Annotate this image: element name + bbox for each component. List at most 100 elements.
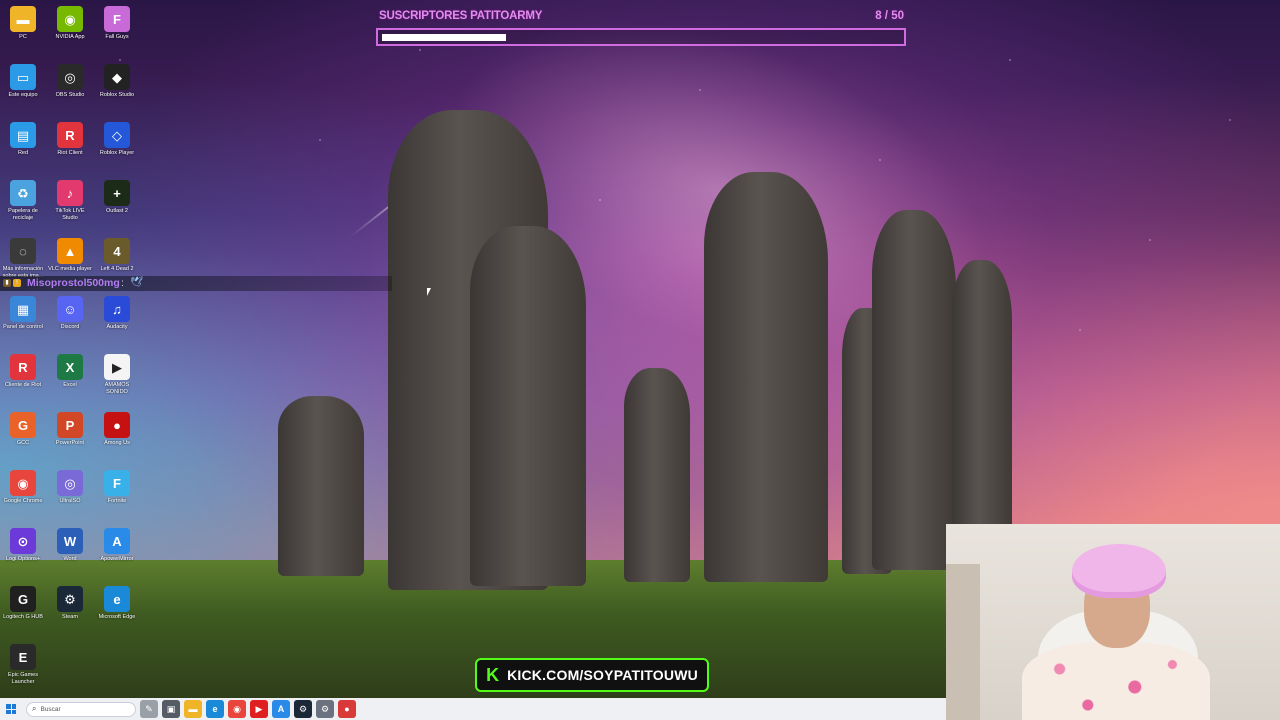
- chrome-taskbar-icon[interactable]: ◉: [228, 700, 246, 718]
- recycle-bin-icon: ♻: [10, 180, 36, 206]
- alert-badge-icon: !: [13, 279, 21, 287]
- desktop-icon[interactable]: ◉ Google Chrome: [0, 470, 46, 505]
- desktop-icon-label: PowerPoint: [55, 440, 85, 446]
- desktop-icon-label: TikTok LIVE Studio: [55, 208, 85, 221]
- steam-taskbar-icon[interactable]: ⚙: [294, 700, 312, 718]
- vlc-icon: ▲: [57, 238, 83, 264]
- desktop-icon[interactable]: ♫ Audacity: [94, 296, 140, 331]
- logi-options-icon: ⊙: [10, 528, 36, 554]
- desktop-icon[interactable]: W Word: [47, 528, 93, 563]
- edge-icon: e: [104, 586, 130, 612]
- webcam-feed: [946, 524, 1280, 720]
- pen-app-icon[interactable]: ✎: [140, 700, 158, 718]
- desktop-icon[interactable]: ▶ AMAMOS SONIDO: [94, 354, 140, 395]
- kick-channel-url: KICK.COM/SOYPATITOUWU: [507, 667, 698, 683]
- media-file-icon: ▶: [104, 354, 130, 380]
- subscriber-goal-bar: [376, 28, 906, 46]
- desktop-icon[interactable]: ▭ Este equipo: [0, 64, 46, 99]
- desktop-icon[interactable]: P PowerPoint: [47, 412, 93, 447]
- desktop-icon[interactable]: ⚙ Steam: [47, 586, 93, 621]
- desktop-icon[interactable]: ▬ PC: [0, 6, 46, 41]
- desktop-icon[interactable]: ◎ OBS Studio: [47, 64, 93, 99]
- desktop-icon-label: VLC media player: [48, 266, 92, 272]
- desktop-icon[interactable]: + Outlast 2: [94, 180, 140, 215]
- desktop-icon-label: Word: [63, 556, 77, 562]
- youtube-taskbar-icon[interactable]: ▶: [250, 700, 268, 718]
- webcam-shelf: [946, 564, 980, 720]
- desktop-icon[interactable]: ♪ TikTok LIVE Studio: [47, 180, 93, 221]
- desktop-icon[interactable]: ☺ Discord: [47, 296, 93, 331]
- desktop-icon[interactable]: 4 Left 4 Dead 2: [94, 238, 140, 273]
- left4dead-icon: 4: [104, 238, 130, 264]
- desktop-icon[interactable]: A ApowerMirror: [94, 528, 140, 563]
- edge-taskbar-icon[interactable]: e: [206, 700, 224, 718]
- monitor-icon: ▭: [10, 64, 36, 90]
- riot-client-alt-icon: R: [10, 354, 36, 380]
- desktop-icon[interactable]: R Cliente de Riot: [0, 354, 46, 389]
- word-icon: W: [57, 528, 83, 554]
- desktop-icon[interactable]: E Epic Games Launcher: [0, 644, 46, 685]
- webcam-streamer-body: [1022, 642, 1210, 720]
- task-view-icon[interactable]: ▣: [162, 700, 180, 718]
- desktop-icon-label: Audacity: [106, 324, 128, 330]
- obs-icon: ◎: [57, 64, 83, 90]
- desktop-icon[interactable]: ▲ VLC media player: [47, 238, 93, 273]
- desktop-icon-label: Panel de control: [3, 324, 43, 330]
- desktop-icon[interactable]: X Excel: [47, 354, 93, 389]
- desktop-icon[interactable]: ◉ NVIDIA App: [47, 6, 93, 41]
- desktop-icon-label: Steam: [62, 614, 78, 620]
- desktop-icon[interactable]: G GCC: [0, 412, 46, 447]
- desktop-icon-label: OBS Studio: [55, 92, 85, 98]
- desktop-icon-label: Epic Games Launcher: [8, 672, 38, 685]
- subscriber-goal-title: SUSCRIPTORES PATITOARMY: [379, 10, 543, 22]
- desktop-icon-label: Fall Guys: [105, 34, 129, 40]
- desktop-icon[interactable]: e Microsoft Edge: [94, 586, 140, 621]
- taskbar-search[interactable]: ⌕ Buscar: [26, 701, 136, 717]
- desktop-icon-label: Roblox Player: [99, 150, 135, 156]
- desktop-icon[interactable]: ● Among Us: [94, 412, 140, 447]
- sub-badge-icon: ▮: [3, 279, 11, 287]
- chat-message: ▮ ! Misoprostol500mg : 🕊: [0, 276, 392, 291]
- file-explorer-icon[interactable]: ▬: [184, 700, 202, 718]
- powerpoint-icon: P: [57, 412, 83, 438]
- desktop-icon-label: Este equipo: [8, 92, 38, 98]
- desktop-icon-label: Outlast 2: [105, 208, 128, 214]
- subscriber-goal-fill: [382, 34, 506, 41]
- logitech-ghub-icon: G: [10, 586, 36, 612]
- desktop-icon[interactable]: ♻ Papelera de reciclaje: [0, 180, 46, 221]
- epic-games-icon: E: [10, 644, 36, 670]
- desktop-icon[interactable]: R Riot Client: [47, 122, 93, 157]
- desktop-icon[interactable]: ▤ Red: [0, 122, 46, 157]
- desktop-icon[interactable]: ◆ Roblox Studio: [94, 64, 140, 99]
- subscriber-goal-count: 8 / 50: [875, 10, 904, 22]
- desktop-icon[interactable]: ◎ UltraISO: [47, 470, 93, 505]
- desktop-icon-label: Logitech G HUB: [3, 614, 43, 620]
- windows-logo-icon: [6, 704, 16, 714]
- desktop-icon[interactable]: ◇ Roblox Player: [94, 122, 140, 157]
- start-button[interactable]: [0, 698, 22, 720]
- chat-username: Misoprostol500mg: [27, 277, 120, 289]
- settings-taskbar-icon[interactable]: ⚙: [316, 700, 334, 718]
- tiktok-icon: ♪: [57, 180, 83, 206]
- control-panel-icon: ▦: [10, 296, 36, 322]
- desktop-icon[interactable]: F Fall Guys: [94, 6, 140, 41]
- folder-icon: ▬: [10, 6, 36, 32]
- chat-separator: :: [121, 277, 124, 289]
- desktop-icon[interactable]: F Fortnite: [94, 470, 140, 505]
- desktop-icon-label: Papelera de reciclaje: [8, 208, 38, 221]
- apowermirror-icon: A: [104, 528, 130, 554]
- excel-icon: X: [57, 354, 83, 380]
- taskbar-apps: ✎ ▣ ▬ e ◉ ▶ A ⚙ ⚙ ●: [136, 700, 356, 718]
- desktop-icon-label: Fortnite: [107, 498, 127, 504]
- nvidia-icon: ◉: [57, 6, 83, 32]
- steam-icon: ⚙: [57, 586, 83, 612]
- desktop-icon-label: Red: [17, 150, 29, 156]
- desktop-icon[interactable]: ⊙ Logi Options+: [0, 528, 46, 563]
- roblox-studio-icon: ◆: [104, 64, 130, 90]
- desktop-icon[interactable]: G Logitech G HUB: [0, 586, 46, 621]
- game-taskbar-icon[interactable]: ●: [338, 700, 356, 718]
- desktop-icon[interactable]: ◌Más información sobre esta ima...: [0, 238, 46, 279]
- apowermirror-taskbar-icon[interactable]: A: [272, 700, 290, 718]
- desktop-icon[interactable]: ▦ Panel de control: [0, 296, 46, 331]
- audacity-icon: ♫: [104, 296, 130, 322]
